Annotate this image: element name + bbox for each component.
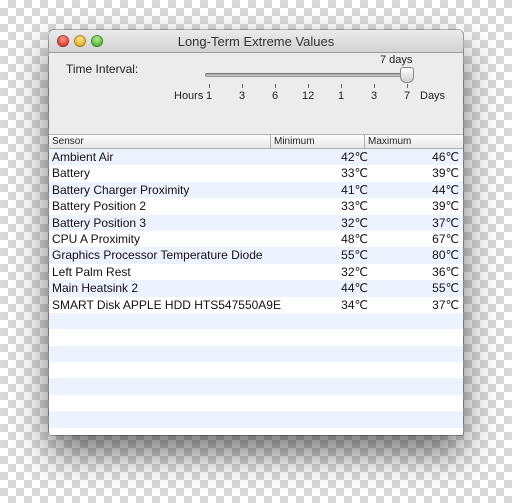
column-header-maximum[interactable]: Maximum [365, 135, 463, 148]
table-row[interactable]: SMART Disk APPLE HDD HTS547550A9E 34℃ 37… [49, 297, 463, 313]
slider-tick [275, 84, 276, 88]
maximum-value: 46℃ [432, 150, 459, 164]
minimum-value: 44℃ [341, 281, 368, 296]
tick-label-days-1: 1 [338, 90, 345, 102]
minimum-value: 33℃ [341, 166, 368, 181]
empty-row [49, 362, 463, 378]
table-row[interactable]: Battery Position 2 33℃ 39℃ [49, 198, 463, 214]
maximum-value: 44℃ [432, 182, 459, 197]
sensor-name: Battery Position 2 [52, 199, 147, 214]
sensor-name: Battery Charger Proximity [52, 182, 190, 197]
table-row[interactable]: Main Heatsink 2 44℃ 55℃ [49, 280, 463, 297]
minimum-value: 32℃ [341, 264, 368, 279]
slider-tick [209, 84, 210, 88]
maximum-value: 39℃ [432, 199, 459, 214]
maximum-value: 36℃ [432, 264, 459, 279]
maximum-value: 37℃ [432, 215, 459, 230]
sensor-name: Battery [52, 166, 91, 181]
window-title: Long-Term Extreme Values [177, 34, 335, 49]
empty-row [49, 395, 463, 411]
maximum-value: 39℃ [432, 166, 459, 181]
tick-label-days-7: 7 [404, 90, 411, 102]
table-row[interactable]: Battery Position 3 32℃ 37℃ [49, 214, 463, 231]
minimum-value: 32℃ [341, 215, 368, 230]
table-row[interactable]: Battery Charger Proximity 41℃ 44℃ [49, 181, 463, 199]
slider-tick [242, 84, 243, 88]
empty-row [49, 312, 463, 330]
table-row[interactable]: Ambient Air 42℃ 46℃ [49, 149, 463, 166]
minimum-value: 34℃ [341, 297, 368, 312]
title-bar[interactable]: Long-Term Extreme Values [49, 30, 463, 53]
column-header-sensor[interactable]: Sensor [49, 135, 271, 148]
slider-tick [308, 84, 309, 88]
slider-tick [341, 84, 342, 88]
extreme-values-window: Long-Term Extreme Values Time Interval: … [49, 30, 463, 435]
empty-row [49, 428, 463, 435]
maximum-value: 37℃ [432, 297, 459, 312]
empty-row [49, 345, 463, 363]
sensor-name: Ambient Air [52, 150, 114, 164]
minimum-value: 41℃ [341, 182, 368, 197]
slider-thumb[interactable] [400, 67, 414, 83]
tick-label-hours-3: 3 [239, 90, 246, 102]
sensor-name: Main Heatsink 2 [52, 281, 139, 296]
minimum-value: 42℃ [341, 150, 368, 164]
tick-label-days-3: 3 [371, 90, 378, 102]
time-interval-label: Time Interval: [66, 62, 139, 76]
maximum-value: 80℃ [432, 248, 459, 263]
sensor-table-body: Ambient Air 42℃ 46℃ Battery 33℃ 39℃ Batt… [49, 149, 463, 435]
column-header-minimum[interactable]: Minimum [271, 135, 365, 148]
time-interval-panel: Time Interval: 7 days Hours Days 1 3 6 1… [49, 53, 463, 135]
slider-tick [374, 84, 375, 88]
slider-tick [407, 84, 408, 88]
minimum-value: 48℃ [341, 231, 368, 246]
sensor-name: Battery Position 3 [52, 215, 147, 230]
days-label: Days [420, 90, 446, 102]
hours-label: Hours [174, 90, 204, 102]
table-row[interactable]: Graphics Processor Temperature Diode 55℃… [49, 247, 463, 264]
tick-label-hours-6: 6 [272, 90, 279, 102]
table-row[interactable]: Battery 33℃ 39℃ [49, 165, 463, 181]
empty-row [49, 411, 463, 428]
table-row[interactable]: Left Palm Rest 32℃ 36℃ [49, 264, 463, 280]
time-interval-slider[interactable] [205, 73, 409, 77]
empty-row [49, 378, 463, 395]
empty-row [49, 329, 463, 345]
table-header: Sensor Minimum Maximum [49, 135, 463, 149]
tick-label-hours-12: 12 [302, 90, 315, 102]
slider-value-label: 7 days [380, 54, 413, 66]
sensor-name: SMART Disk APPLE HDD HTS547550A9E [52, 297, 281, 312]
tick-label-hours-1: 1 [206, 90, 213, 102]
sensor-name: CPU A Proximity [52, 231, 141, 246]
sensor-name: Graphics Processor Temperature Diode [52, 248, 263, 263]
table-row[interactable]: CPU A Proximity 48℃ 67℃ [49, 231, 463, 247]
minimum-value: 55℃ [341, 248, 368, 263]
maximum-value: 67℃ [432, 231, 459, 246]
sensor-name: Left Palm Rest [52, 264, 131, 279]
minimum-value: 33℃ [341, 199, 368, 214]
maximum-value: 55℃ [432, 281, 459, 296]
